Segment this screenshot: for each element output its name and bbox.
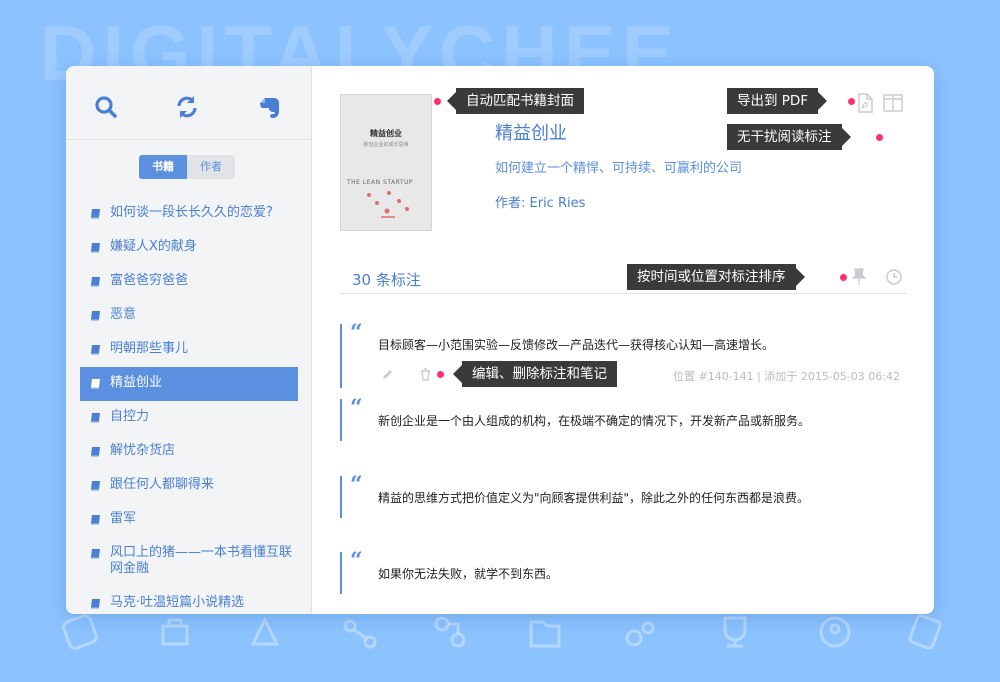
sidebar-book-item[interactable]: 风口上的猪——一本书看懂互联网金融 — [80, 537, 298, 587]
authors-tab[interactable]: 作者 — [187, 155, 235, 179]
book-icon — [91, 481, 100, 491]
book-icon — [91, 209, 100, 219]
note-meta: 位置 #140-141 | 添加于 2015-05-03 06:42 — [673, 370, 900, 383]
book-subtitle: 如何建立一个精悍、可持续、可赢利的公司 — [495, 161, 743, 176]
quote-icon: “ — [350, 472, 363, 498]
callout-cover: 自动匹配书籍封面 — [447, 88, 584, 114]
sidebar-book-item[interactable]: 富爸爸穷爸爸 — [80, 265, 298, 299]
quote-icon: “ — [350, 395, 363, 421]
note-text: 目标顾客—小范围实验—反馈修改—产品迭代—获得核心认知—高速增长。 — [378, 338, 775, 352]
decor-icon-9 — [819, 616, 851, 648]
sidebar-book-title: 马克·吐温短篇小说精选 — [110, 595, 245, 610]
sidebar-book-title: 跟任何人都聊得来 — [110, 477, 215, 492]
sidebar-book-title: 解忧杂货店 — [110, 443, 176, 458]
quote-icon: “ — [350, 548, 363, 574]
cover-english-title: THE LEAN STARTUP — [347, 179, 414, 186]
sidebar-book-title: 富爸爸穷爸爸 — [110, 273, 189, 288]
callout-export: 导出到 PDF — [727, 88, 828, 114]
book-author[interactable]: 作者: Eric Ries — [495, 192, 585, 211]
notes-header: 30 条标注 — [340, 264, 906, 294]
note-text: 精益的思维方式把价值定义为"向顾客提供利益"，除此之外的任何东西都是浪费。 — [378, 491, 810, 505]
book-icon — [91, 345, 100, 355]
cover-title: 精益创业 — [370, 129, 402, 138]
sidebar-book-title: 精益创业 — [110, 375, 163, 390]
callout-dot — [437, 371, 444, 378]
decor-icon-4 — [343, 619, 377, 649]
book-icon — [91, 277, 100, 287]
cover-subtitle: 新创企业的成长思维 — [363, 142, 409, 148]
decor-icon-5 — [434, 616, 466, 648]
sidebar: 书籍 作者 如何谈一段长长久久的恋爱? 嫌疑人X的献身 富爸爸穷爸爸 恶意明朝那些事儿… — [66, 66, 312, 614]
sidebar-toolbar — [66, 66, 312, 140]
book-icon — [91, 515, 100, 525]
book-icon — [91, 599, 100, 609]
quote-icon: “ — [350, 320, 363, 346]
book-cover: 精益创业 新创企业的成长思维 THE LEAN STARTUP — [340, 94, 432, 231]
books-authors-toggle: 书籍 作者 — [139, 155, 235, 179]
sidebar-book-item[interactable]: 恶意 — [80, 299, 298, 333]
callout-reader: 无干扰阅读标注 — [727, 124, 850, 150]
decor-icon-6 — [529, 620, 561, 648]
book-icon — [91, 549, 100, 559]
note-text: 新创企业是一个由人组成的机构，在极端不确定的情况下，开发新产品或新服务。 — [378, 414, 811, 428]
callout-dot — [840, 274, 847, 281]
decor-icon-1 — [62, 614, 98, 650]
note-item[interactable]: “ 目标顾客—小范围实验—反馈修改—产品迭代—获得核心认知—高速增长。 位置 #… — [340, 320, 900, 388]
note-item[interactable]: “ 精益的思维方式把价值定义为"向顾客提供利益"，除此之外的任何东西都是浪费。 — [340, 472, 900, 518]
note-bar — [340, 476, 342, 518]
decor-icon-7 — [625, 621, 655, 647]
cover-graphic — [367, 191, 409, 218]
sidebar-book-item[interactable]: 如何谈一段长长久久的恋爱? — [80, 197, 298, 231]
sort-by-time-icon[interactable] — [885, 268, 903, 286]
book-icon — [91, 447, 100, 457]
edit-icon[interactable] — [381, 369, 393, 381]
reader-mode-icon[interactable] — [883, 94, 903, 112]
sidebar-book-item[interactable]: 解忧杂货店 — [80, 435, 298, 469]
decor-icon-2 — [161, 618, 189, 646]
sidebar-book-title: 明朝那些事儿 — [110, 341, 189, 356]
sidebar-book-item[interactable]: 精益创业 — [80, 367, 298, 401]
book-icon — [91, 413, 100, 423]
evernote-icon[interactable] — [257, 94, 283, 120]
note-bar — [340, 399, 342, 441]
sidebar-book-title: 嫌疑人X的献身 — [110, 239, 197, 254]
books-tab[interactable]: 书籍 — [139, 155, 187, 179]
sidebar-book-title: 雷军 — [110, 511, 137, 526]
book-icon — [91, 311, 100, 321]
delete-icon[interactable] — [420, 368, 431, 381]
sidebar-book-item[interactable]: 跟任何人都聊得来 — [80, 469, 298, 503]
book-icon — [91, 243, 100, 253]
callout-dot — [876, 134, 883, 141]
book-list: 如何谈一段长长久久的恋爱? 嫌疑人X的献身 富爸爸穷爸爸 恶意明朝那些事儿 精益创业自控… — [80, 197, 298, 614]
sidebar-book-title: 恶意 — [110, 307, 137, 322]
sidebar-book-item[interactable]: 自控力 — [80, 401, 298, 435]
background-decoration — [0, 602, 1000, 682]
callout-sort: 按时间或位置对标注排序 — [627, 264, 804, 290]
callout-edit: 编辑、删除标注和笔记 — [453, 361, 617, 387]
sync-icon[interactable] — [174, 94, 200, 120]
sort-by-position-icon[interactable] — [852, 268, 866, 286]
notes-count: 30 条标注 — [352, 271, 421, 289]
sidebar-book-item[interactable]: 马克·吐温短篇小说精选 — [80, 587, 298, 614]
note-bar — [340, 324, 342, 388]
note-bar — [340, 552, 342, 594]
search-icon[interactable] — [93, 94, 119, 120]
decor-icon-10 — [908, 614, 942, 650]
sidebar-book-title: 风口上的猪——一本书看懂互联网金融 — [110, 545, 293, 576]
book-icon — [91, 379, 100, 389]
decor-icon-8 — [723, 616, 747, 648]
export-pdf-icon[interactable] — [856, 93, 874, 113]
note-item[interactable]: “ 新创企业是一个由人组成的机构，在极端不确定的情况下，开发新产品或新服务。 — [340, 395, 900, 441]
sidebar-book-title: 自控力 — [110, 409, 150, 424]
sidebar-book-item[interactable]: 雷军 — [80, 503, 298, 537]
book-title: 精益创业 — [495, 123, 567, 144]
callout-dot — [434, 98, 441, 105]
note-text: 如果你无法失败，就学不到东西。 — [378, 567, 559, 581]
sidebar-book-item[interactable]: 嫌疑人X的献身 — [80, 231, 298, 265]
note-item[interactable]: “ 如果你无法失败，就学不到东西。 — [340, 548, 900, 594]
sidebar-book-item[interactable]: 明朝那些事儿 — [80, 333, 298, 367]
callout-dot — [848, 98, 855, 105]
sidebar-book-title: 如何谈一段长长久久的恋爱? — [110, 205, 273, 220]
decor-icon-3 — [250, 616, 280, 646]
